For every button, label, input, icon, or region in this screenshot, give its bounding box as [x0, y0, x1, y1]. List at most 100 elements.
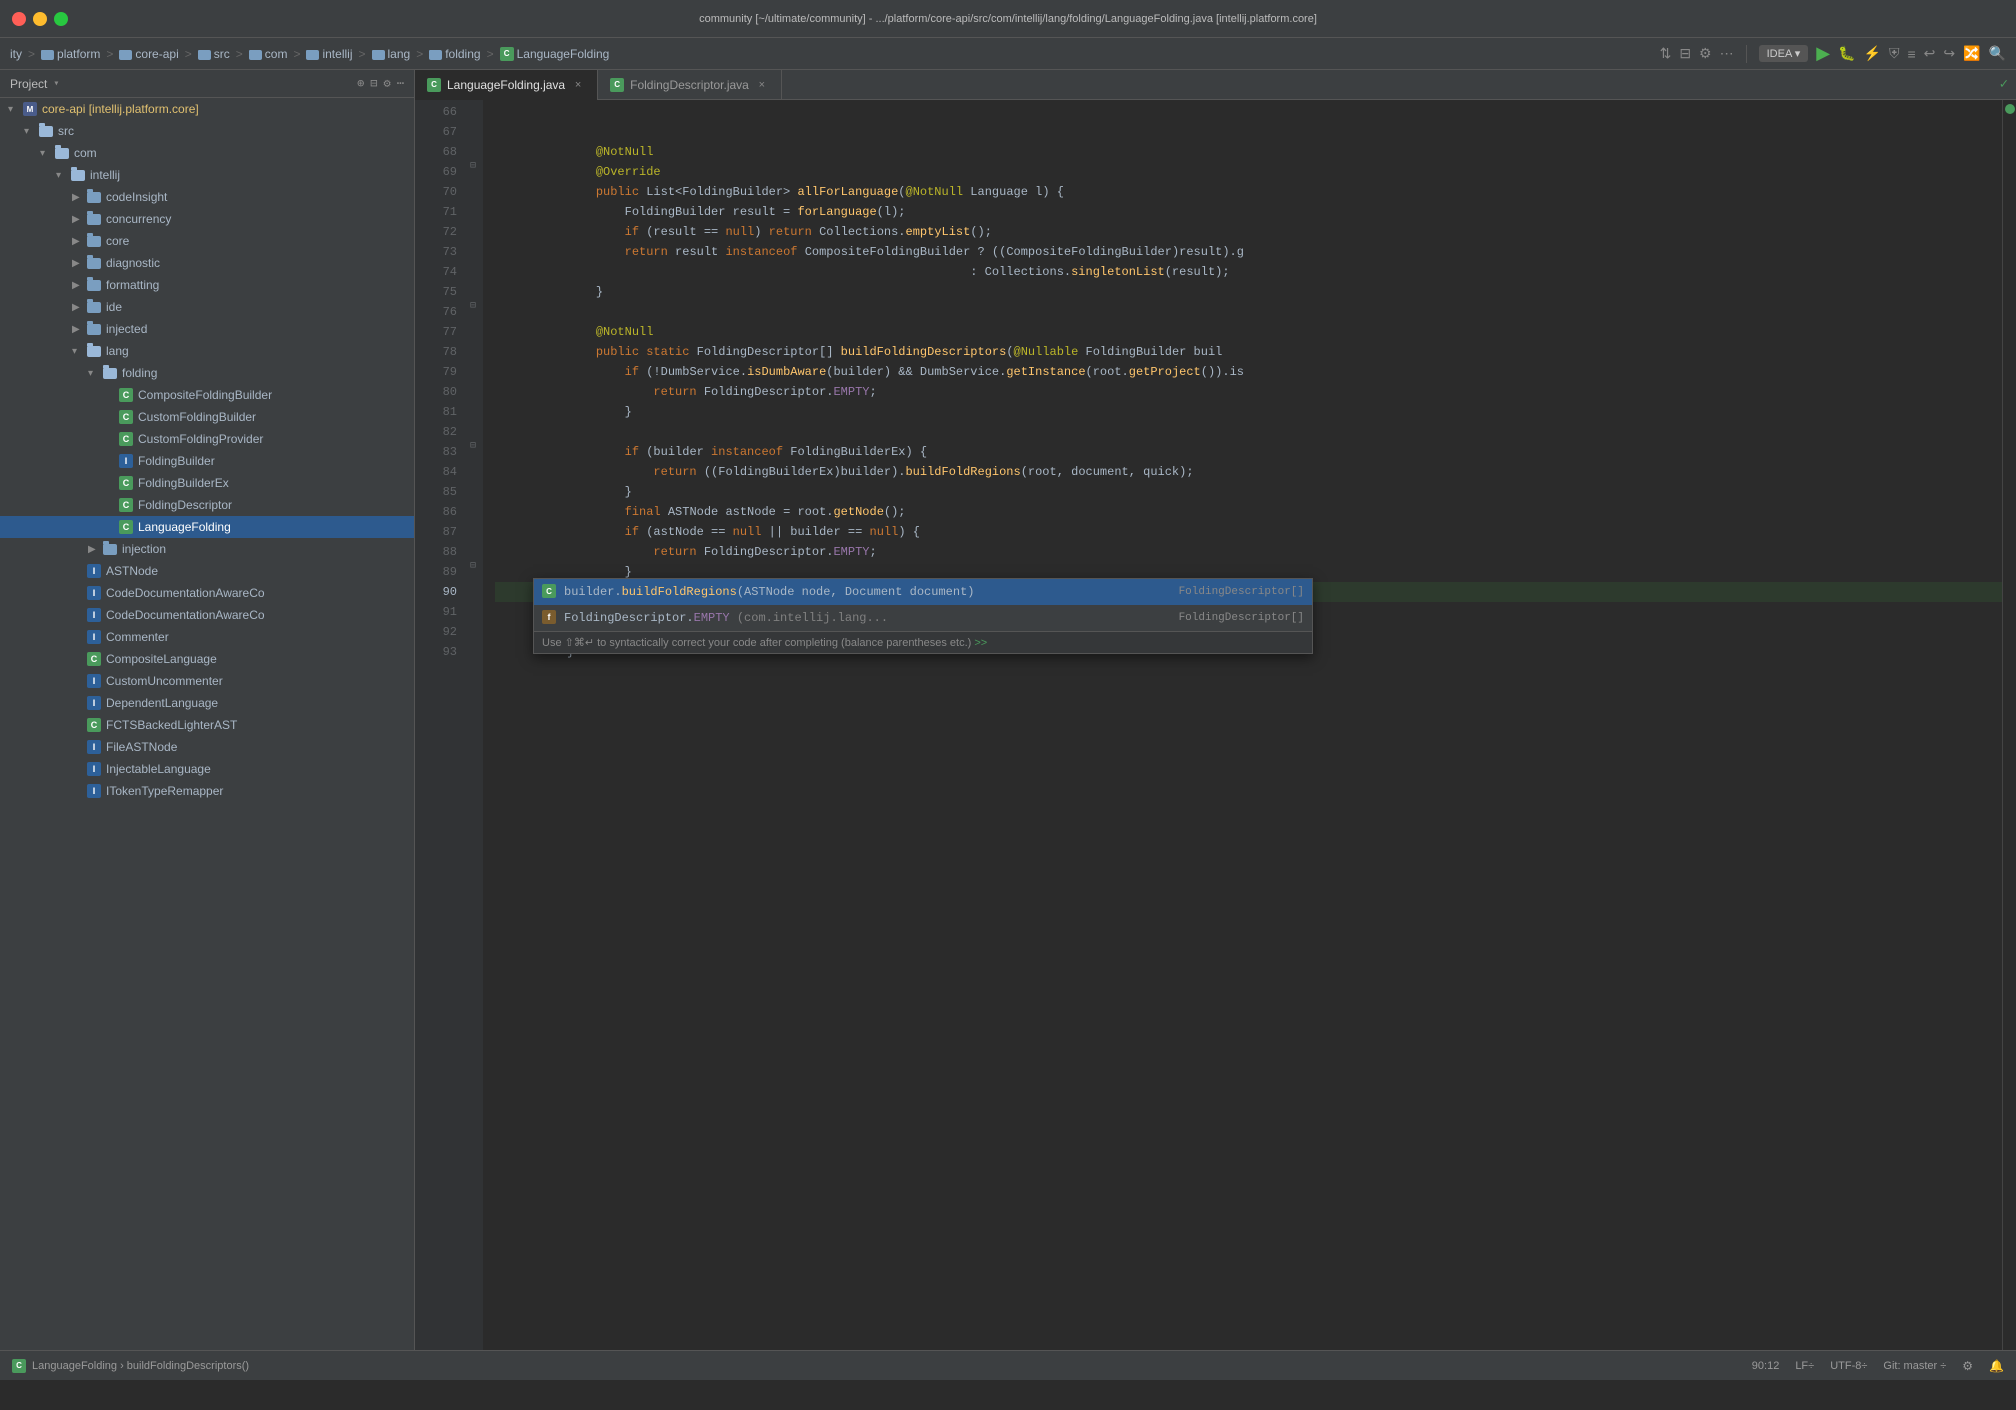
tree-item-DependentLanguage[interactable]: I DependentLanguage — [0, 692, 414, 714]
code-line-68: @Override — [495, 142, 2002, 162]
tree-item-codeInsight[interactable]: ▶ codeInsight — [0, 186, 414, 208]
tab-language-folding[interactable]: C LanguageFolding.java × — [415, 70, 598, 100]
code-editor[interactable]: 66 67 68 69 70 71 72 73 74 75 76 77 78 7… — [415, 100, 2016, 1350]
tree-label-folding: folding — [122, 366, 157, 380]
tree-arrow-root: ▾ — [8, 104, 22, 115]
autocomplete-item-2[interactable]: f FoldingDescriptor.EMPTY (com.intellij.… — [534, 605, 1312, 631]
tree-item-code-doc-aware-1[interactable]: I CodeDocumentationAwareCo — [0, 582, 414, 604]
tree-item-injected[interactable]: ▶ injected — [0, 318, 414, 340]
tab-bar: C LanguageFolding.java × C FoldingDescri… — [415, 70, 2016, 100]
status-settings-icon[interactable]: ⚙ — [1962, 1359, 1973, 1373]
tree-item-com[interactable]: ▾ com — [0, 142, 414, 164]
sidebar-locate-icon[interactable]: ⊕ — [357, 76, 364, 91]
toolbar-vcs-icon[interactable]: 🔀 — [1963, 45, 1980, 62]
tree-item-code-doc-aware-2[interactable]: I CodeDocumentationAwareCo — [0, 604, 414, 626]
tree-item-FileASTNode[interactable]: I FileASTNode — [0, 736, 414, 758]
tab-close-folding-descriptor[interactable]: × — [755, 78, 769, 92]
status-bar: C LanguageFolding › buildFoldingDescript… — [0, 1350, 2016, 1380]
autocomplete-popup[interactable]: C builder.buildFoldRegions(ASTNode node,… — [533, 578, 1313, 654]
toolbar-collapse-icon[interactable]: ⊟ — [1679, 45, 1691, 62]
tab-icon-language-folding: C — [427, 78, 441, 92]
toolbar-idea-label[interactable]: IDEA ▾ — [1759, 45, 1809, 62]
code-line-69: public List<FoldingBuilder> allForLangua… — [495, 162, 2002, 182]
breadcrumb-intellij[interactable]: intellij — [306, 47, 352, 61]
status-line-separator[interactable]: LF÷ — [1795, 1360, 1814, 1372]
breadcrumb-languagefolding[interactable]: C LanguageFolding — [500, 47, 610, 61]
tree-label-ITokenTypeRemapper: ITokenTypeRemapper — [106, 784, 223, 798]
tree-item-Commenter[interactable]: I Commenter — [0, 626, 414, 648]
line-numbers: 66 67 68 69 70 71 72 73 74 75 76 77 78 7… — [415, 100, 465, 1350]
tree-item-composite-folding-builder[interactable]: C CompositeFoldingBuilder — [0, 384, 414, 406]
tree-item-src[interactable]: ▾ src — [0, 120, 414, 142]
toolbar-profile-icon[interactable]: ⚡ — [1864, 45, 1881, 62]
status-encoding[interactable]: UTF-8÷ — [1830, 1360, 1867, 1372]
toolbar-debug-icon[interactable]: 🐛 — [1838, 45, 1855, 62]
toolbar-settings-icon[interactable]: ⚙ — [1699, 45, 1712, 62]
breadcrumb-platform[interactable]: platform — [41, 47, 100, 61]
tab-folding-descriptor[interactable]: C FoldingDescriptor.java × — [598, 70, 782, 100]
tab-label-folding-descriptor: FoldingDescriptor.java — [630, 78, 749, 92]
toolbar-back-icon[interactable]: ↩ — [1924, 45, 1936, 62]
sidebar-dropdown-icon[interactable]: ▾ — [53, 78, 59, 90]
tree-item-core[interactable]: ▶ core — [0, 230, 414, 252]
sidebar-settings-icon[interactable]: ⚙ — [384, 76, 391, 91]
autocomplete-item-1[interactable]: C builder.buildFoldRegions(ASTNode node,… — [534, 579, 1312, 605]
tree-label-lang: lang — [106, 344, 129, 358]
status-right: 90:12 LF÷ UTF-8÷ Git: master ÷ ⚙ 🔔 — [1752, 1359, 2004, 1373]
tree-item-diagnostic[interactable]: ▶ diagnostic — [0, 252, 414, 274]
toolbar-more-icon[interactable]: ≡ — [1907, 46, 1915, 62]
code-line-85: final ASTNode astNode = root.getNode(); — [495, 482, 2002, 502]
tree-item-ITokenTypeRemapper[interactable]: I ITokenTypeRemapper — [0, 780, 414, 802]
tree-item-folding[interactable]: ▾ folding — [0, 362, 414, 384]
minimize-button[interactable] — [33, 12, 47, 26]
status-vcs[interactable]: Git: master ÷ — [1883, 1360, 1946, 1372]
toolbar-coverage-icon[interactable]: ⛨ — [1889, 45, 1900, 62]
toolbar-dots-icon[interactable]: ⋯ — [1720, 45, 1734, 62]
tree-item-language-folding[interactable]: C LanguageFolding — [0, 516, 414, 538]
tree-item-InjectableLanguage[interactable]: I InjectableLanguage — [0, 758, 414, 780]
code-line-79: return FoldingDescriptor.EMPTY; — [495, 362, 2002, 382]
tree-item-lang[interactable]: ▾ lang — [0, 340, 414, 362]
tree-item-folding-descriptor[interactable]: C FoldingDescriptor — [0, 494, 414, 516]
ac-icon-2: f — [542, 610, 558, 626]
sidebar-more-icon[interactable]: ⋯ — [397, 76, 404, 91]
toolbar-run-icon[interactable]: ▶ — [1816, 43, 1830, 64]
tree-item-custom-folding-builder[interactable]: C CustomFoldingBuilder — [0, 406, 414, 428]
sidebar-collapse-icon[interactable]: ⊟ — [370, 76, 377, 91]
status-notifications-icon[interactable]: 🔔 — [1989, 1359, 2004, 1373]
tree-label-CustomUncommenter: CustomUncommenter — [106, 674, 223, 688]
tab-close-language-folding[interactable]: × — [571, 78, 585, 92]
breadcrumb-src[interactable]: src — [198, 47, 230, 61]
tree-label-InjectableLanguage: InjectableLanguage — [106, 762, 211, 776]
status-position[interactable]: 90:12 — [1752, 1360, 1780, 1372]
code-content[interactable]: @NotNull @Override public List<FoldingBu… — [483, 100, 2002, 1350]
right-error-bar — [2002, 100, 2016, 1350]
toolbar-sync-icon[interactable]: ⇅ — [1660, 45, 1672, 62]
breadcrumb-city[interactable]: ity — [10, 47, 22, 61]
toolbar-search-icon[interactable]: 🔍 — [1989, 45, 2006, 62]
breadcrumb-com[interactable]: com — [249, 47, 288, 61]
tree-item-ide[interactable]: ▶ ide — [0, 296, 414, 318]
breadcrumb-folding[interactable]: folding — [429, 47, 480, 61]
tree-item-custom-folding-provider[interactable]: C CustomFoldingProvider — [0, 428, 414, 450]
toolbar-forward-icon[interactable]: ↪ — [1943, 45, 1955, 62]
tree-item-intellij[interactable]: ▾ intellij — [0, 164, 414, 186]
tree-item-ASTNode[interactable]: I ASTNode — [0, 560, 414, 582]
tree-item-CompositeLanguage[interactable]: C CompositeLanguage — [0, 648, 414, 670]
breadcrumb-core-api[interactable]: core-api — [119, 47, 178, 61]
tree-root[interactable]: ▾ M core-api [intellij.platform.core] — [0, 98, 414, 120]
tree-item-folding-builder[interactable]: I FoldingBuilder — [0, 450, 414, 472]
tree-item-concurrency[interactable]: ▶ concurrency — [0, 208, 414, 230]
tree-item-folding-builder-ex[interactable]: C FoldingBuilderEx — [0, 472, 414, 494]
tree-item-injection[interactable]: ▶ injection — [0, 538, 414, 560]
code-line-75 — [495, 282, 2002, 302]
code-line-67: @NotNull — [495, 122, 2002, 142]
tree-item-CustomUncommenter[interactable]: I CustomUncommenter — [0, 670, 414, 692]
breadcrumb-lang[interactable]: lang — [372, 47, 411, 61]
close-button[interactable] — [12, 12, 26, 26]
maximize-button[interactable] — [54, 12, 68, 26]
tree-item-formatting[interactable]: ▶ formatting — [0, 274, 414, 296]
tree-item-FCTSBackedLighterAST[interactable]: C FCTSBackedLighterAST — [0, 714, 414, 736]
window-title: community [~/ultimate/community] - .../p… — [699, 13, 1317, 25]
ac-main-1: builder.buildFoldRegions(ASTNode node, D… — [564, 585, 974, 599]
